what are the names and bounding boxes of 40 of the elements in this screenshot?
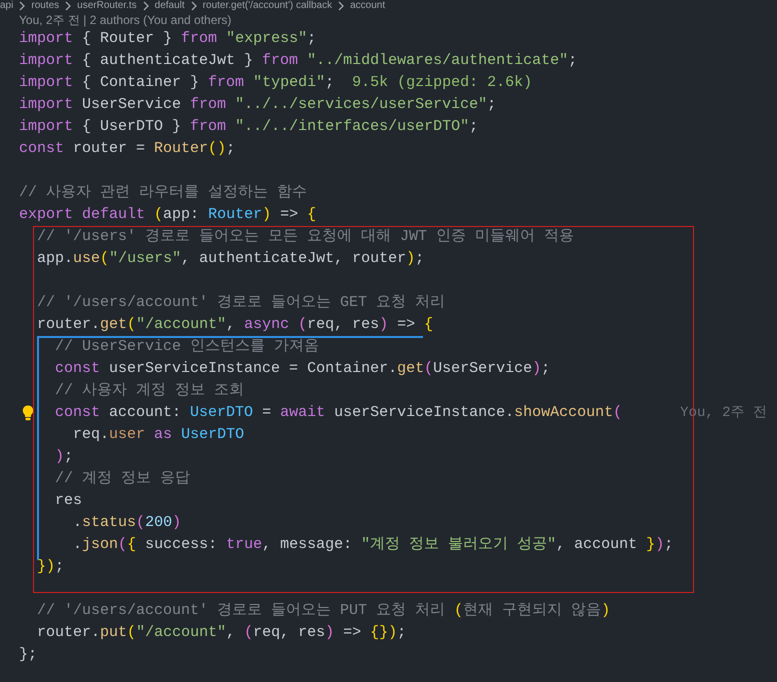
code-line: };	[19, 645, 38, 665]
chevron-icon	[18, 1, 26, 11]
code-line: import UserService from "../../services/userService";	[19, 95, 496, 115]
code-line: export default (app: Router) => {	[19, 205, 316, 225]
chevron-icon	[190, 1, 198, 11]
code-line: // UserService 인스턴스를 가져옴	[55, 337, 320, 357]
code-line: // 사용자 계정 정보 조회	[55, 381, 244, 401]
code-line: .status(200)	[73, 513, 182, 533]
code-line: import { authenticateJwt } from "../middlewares/authenticate";	[19, 51, 578, 71]
chevron-icon	[64, 1, 72, 11]
code-line: .json({ success: true, message: "계정 정보 불러오기 성공", account });	[73, 535, 674, 555]
chevron-icon	[337, 1, 346, 11]
code-line: app.use("/users", authenticateJwt, router);	[37, 249, 424, 269]
code-line: const router = Router();	[19, 139, 236, 159]
code-line: router.put("/account", (req, res) => {});	[37, 623, 406, 643]
chevron-icon	[142, 1, 150, 11]
code-line: );	[55, 447, 74, 467]
code-line: // '/users' 경로로 들어오는 모든 요청에 대해 JWT 인증 미들웨어 적용	[37, 227, 574, 247]
code-line: // '/users/account' 경로로 들어오는 GET 요청 처리	[37, 293, 446, 313]
code-line: // 사용자 관련 라우터를 설정하는 함수	[19, 183, 308, 203]
code-line: import { Router } from "express";	[19, 29, 316, 49]
code-line: });	[37, 557, 64, 577]
breadcrumb-item[interactable]: api	[0, 0, 14, 12]
codelens-annotation[interactable]: You, 2주 전 | 2 authors (You and others)	[19, 12, 232, 28]
code-line: // 계정 정보 응답	[55, 469, 190, 489]
breadcrumb-item[interactable]: userRouter.ts	[77, 0, 137, 12]
code-line: const userServiceInstance = Container.get(UserService);	[55, 359, 550, 379]
code-line: // '/users/account' 경로로 들어오는 PUT 요청 처리 (현재 구현되지 않음)	[37, 601, 610, 621]
code-line: import { UserDTO } from "../../interfaces/userDTO";	[19, 117, 478, 137]
breadcrumb-item[interactable]: account	[350, 0, 386, 12]
code-line: req.user as UserDTO	[73, 425, 244, 445]
import-size-hint: 9.5k (gzipped: 2.6k)	[352, 73, 532, 93]
breadcrumb-item[interactable]: router.get('/account') callback	[202, 0, 332, 12]
code-line: router.get("/account", async (req, res) => {	[37, 315, 434, 335]
breadcrumb-item[interactable]: routes	[31, 0, 60, 12]
code-line: const account: UserDTO = await userServiceInstance.showAccount(	[55, 403, 622, 423]
code-line: import { Container } from "typedi";	[19, 73, 334, 93]
code-line: res	[55, 491, 82, 511]
breadcrumb-item[interactable]: default	[154, 0, 185, 12]
lightbulb-icon[interactable]	[22, 405, 34, 421]
